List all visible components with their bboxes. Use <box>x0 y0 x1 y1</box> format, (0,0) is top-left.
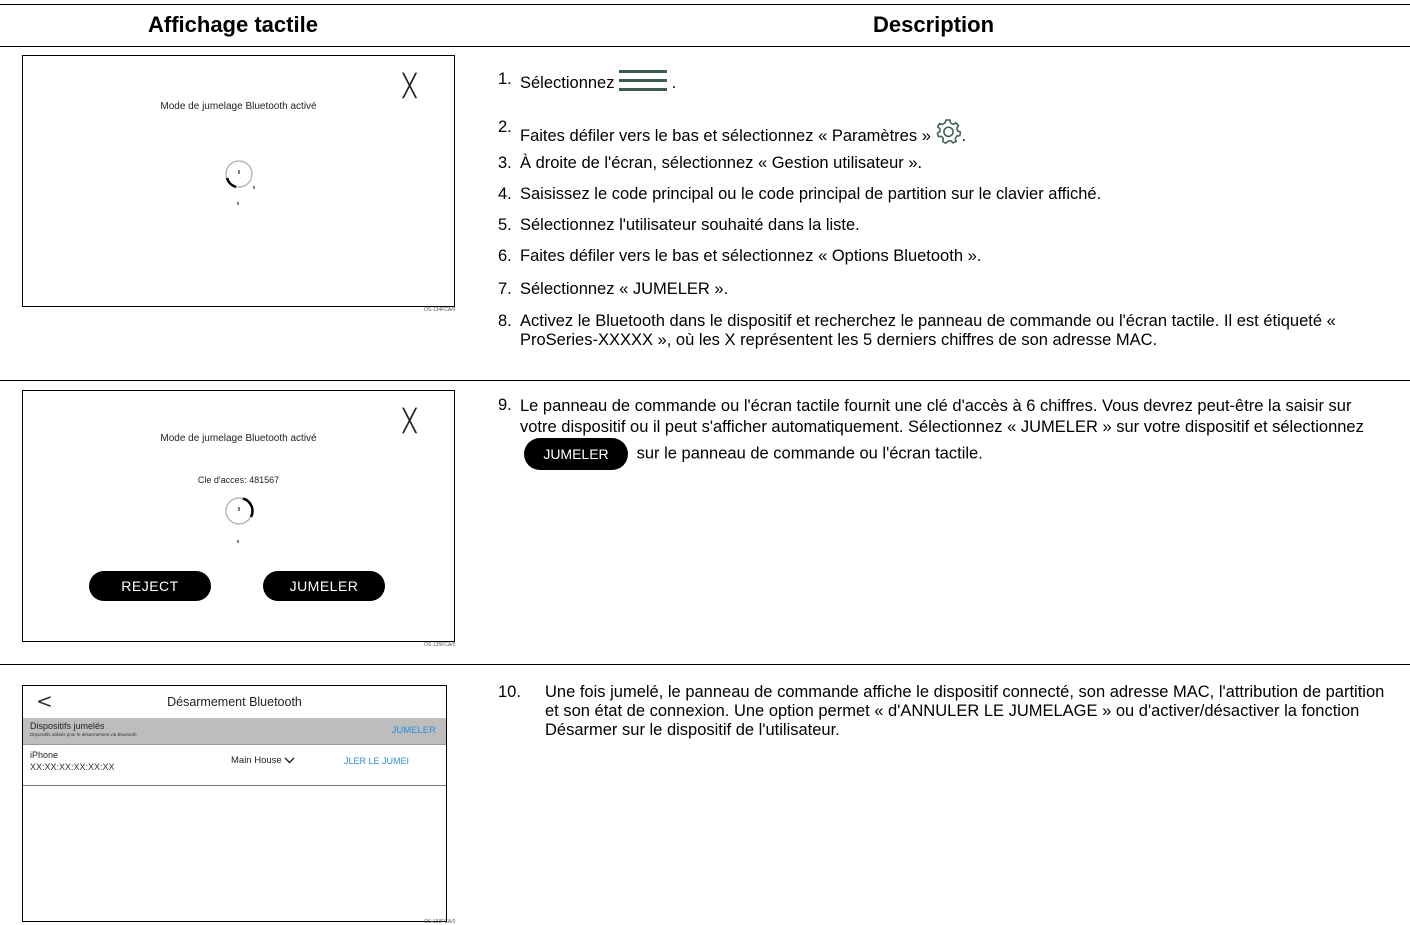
column-header-touch-display: Affichage tactile <box>148 12 318 37</box>
step-number: 3. <box>498 154 512 172</box>
top-rule <box>0 4 1410 5</box>
device-mac: XX:XX:XX:XX:XX:XX <box>30 762 115 772</box>
close-icon[interactable]: ╳ <box>403 74 416 99</box>
step-number: 10. <box>498 683 521 701</box>
step-text-end: . <box>961 127 967 145</box>
device-row: iPhone XX:XX:XX:XX:XX:XX Main House JLER… <box>23 745 446 786</box>
partition-dropdown[interactable]: Main House <box>231 755 295 766</box>
step-text: Faites défiler vers le bas et sélectionn… <box>520 127 931 145</box>
step-number: 7. <box>498 280 512 298</box>
step-number: 1. <box>498 70 512 88</box>
screen-passkey: ╳ Mode de jumelage Bluetooth activé Cle … <box>22 390 455 642</box>
figure-code: OS-135FCA/0 <box>424 642 456 648</box>
loading-spinner-icon <box>225 497 254 543</box>
pair-link[interactable]: JUMELER <box>392 725 436 736</box>
paired-devices-section: Dispositifs jumelés Dispositifs utilisés… <box>23 718 446 745</box>
header-rule <box>0 46 1410 47</box>
screen-bluetooth-disarm: < Désarmement Bluetooth Dispositifs jume… <box>22 685 447 922</box>
step-text: Activez le Bluetooth dans le dispositif … <box>520 312 1336 349</box>
step-text: Sélectionnez <box>520 74 615 92</box>
step-number: 6. <box>498 247 512 265</box>
loading-spinner-icon <box>225 160 255 205</box>
close-icon[interactable]: ╳ <box>403 409 416 434</box>
row-rule-2 <box>0 664 1410 665</box>
reject-button[interactable]: REJECT <box>89 571 211 601</box>
step-text-end: . <box>671 74 677 92</box>
step-text: Faites défiler vers le bas et sélectionn… <box>520 247 982 265</box>
figure-code: OS-133FCA/0 <box>424 919 456 925</box>
step-text-end: sur le panneau de commande ou l'écran ta… <box>636 444 983 463</box>
step-text: À droite de l'écran, sélectionnez « Gest… <box>520 154 923 172</box>
gear-icon <box>937 119 962 145</box>
step-text: Sélectionnez l'utilisateur souhaité dans… <box>520 216 860 234</box>
chevron-down-icon <box>284 757 295 764</box>
step-text: Le panneau de commande ou l'écran tactil… <box>520 397 1364 436</box>
step-number: 8. <box>498 312 512 330</box>
pairing-mode-title: Mode de jumelage Bluetooth activé <box>160 101 317 112</box>
passkey-text: Cle d'acces: 481567 <box>197 475 280 485</box>
pairing-mode-title: Mode de jumelage Bluetooth activé <box>160 433 317 444</box>
inline-pair-button: JUMELER <box>524 438 628 470</box>
step-number: 9. <box>498 396 512 414</box>
screen-title: Désarmement Bluetooth <box>167 695 302 709</box>
step-number: 5. <box>498 216 512 234</box>
section-subtitle: Dispositifs utilisés pour le désarmement… <box>30 732 137 737</box>
figure-code: OS-134FCA/0 <box>424 307 456 313</box>
step-number: 2. <box>498 118 512 136</box>
screen-header: < Désarmement Bluetooth <box>23 686 446 719</box>
menu-icon <box>619 70 668 91</box>
step-text: Saisissez le code principal ou le code p… <box>520 185 1102 203</box>
device-name: iPhone <box>30 750 59 760</box>
step-text: Sélectionnez « JUMELER ». <box>520 280 729 298</box>
unpair-link[interactable]: JLER LE JUMEI <box>344 756 409 766</box>
section-title: Dispositifs jumelés <box>30 721 105 731</box>
step-number: 4. <box>498 185 512 203</box>
partition-label: Main House <box>231 755 282 766</box>
step-text: Une fois jumelé, le panneau de commande … <box>545 683 1385 739</box>
column-header-description: Description <box>873 12 995 37</box>
row-rule-1 <box>0 380 1410 381</box>
pair-button[interactable]: JUMELER <box>263 571 385 601</box>
screen-pairing-mode: ╳ Mode de jumelage Bluetooth activé <box>22 55 455 307</box>
